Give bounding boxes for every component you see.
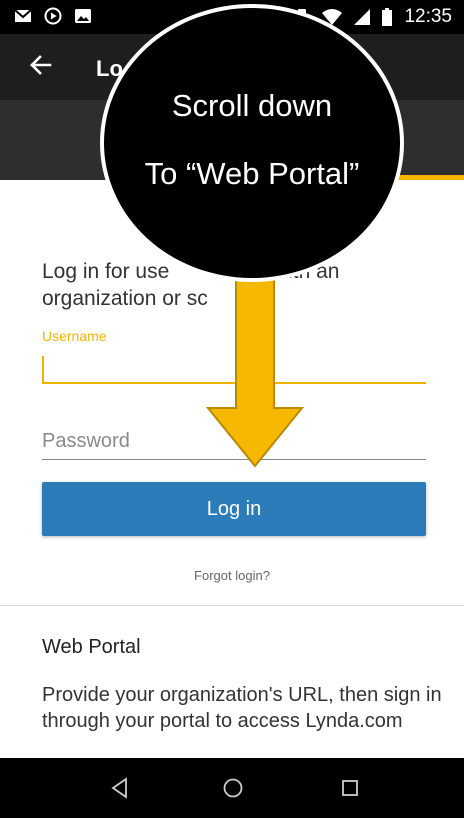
signal-icon xyxy=(354,9,371,25)
intro-line2: organization or sc xyxy=(42,287,208,310)
web-portal-title[interactable]: Web Portal xyxy=(42,636,141,659)
play-circle-icon xyxy=(44,7,62,25)
intro-line1: Log in for use xyxy=(42,260,170,283)
overlay-line1: Scroll down xyxy=(171,88,333,123)
arrow-down-icon xyxy=(205,271,305,468)
username-label: Username xyxy=(42,328,107,344)
image-icon xyxy=(75,9,91,23)
login-button[interactable]: Log in xyxy=(42,482,426,536)
nav-home-icon[interactable] xyxy=(221,776,245,800)
status-left-icons xyxy=(14,7,92,25)
nav-recents-icon[interactable] xyxy=(338,776,362,800)
tutorial-overlay: Scroll down To “Web Portal” xyxy=(100,4,404,282)
status-time: 12:35 xyxy=(404,6,452,27)
forgot-login-link[interactable]: Forgot login? xyxy=(0,568,464,583)
gmail-icon xyxy=(14,9,32,22)
text-cursor xyxy=(42,356,44,382)
nav-bar xyxy=(0,758,464,818)
battery-icon xyxy=(382,8,393,26)
divider xyxy=(0,605,464,606)
overlay-line2: To “Web Portal” xyxy=(144,156,360,191)
nav-back-icon[interactable] xyxy=(108,776,132,800)
web-portal-description: Provide your organization's URL, then si… xyxy=(42,684,442,732)
arrow-left-icon[interactable] xyxy=(26,50,56,80)
